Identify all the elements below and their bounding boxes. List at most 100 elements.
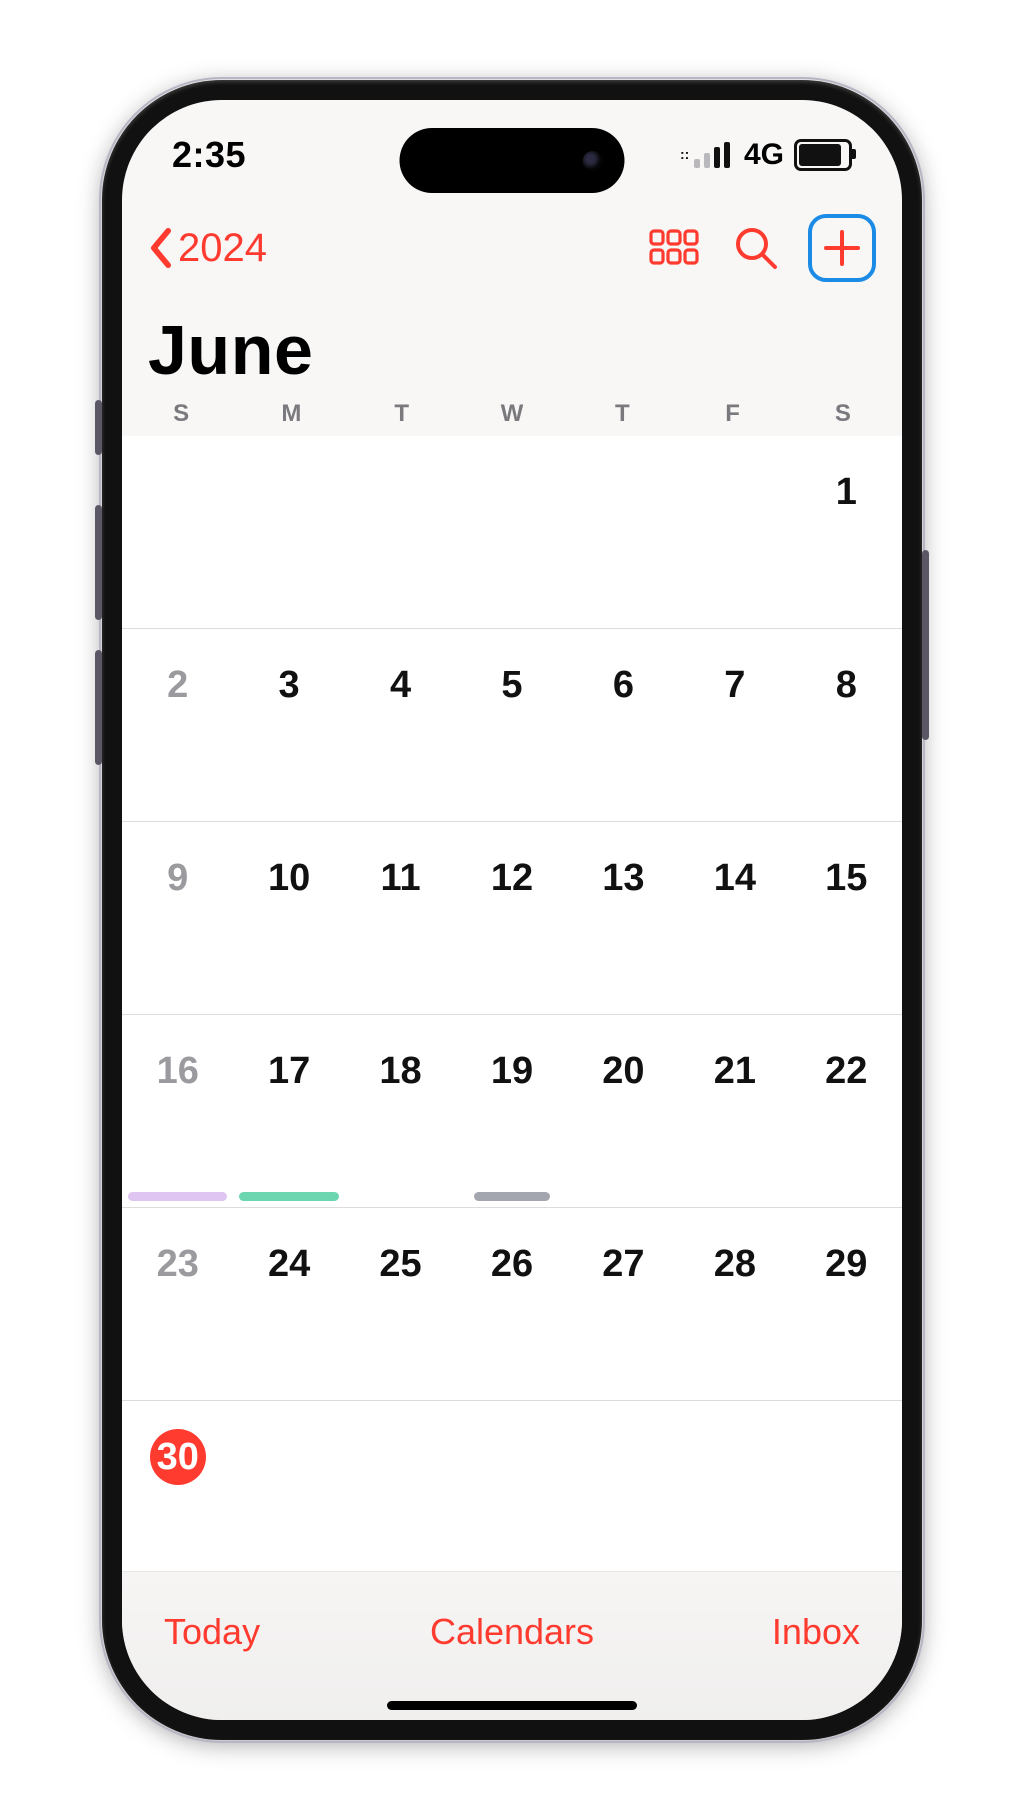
day-cell[interactable]: [345, 436, 456, 629]
day-number: 6: [595, 657, 651, 713]
day-cell[interactable]: 18: [345, 1015, 456, 1208]
month-grid-scroll[interactable]: 1234567891011121314151617181920212223242…: [122, 436, 902, 1600]
day-number: 2: [150, 657, 206, 713]
month-grid: 1234567891011121314151617181920212223242…: [122, 436, 902, 1594]
day-cell[interactable]: 1: [791, 436, 902, 629]
day-cell[interactable]: 4: [345, 629, 456, 822]
mute-switch: [95, 400, 102, 455]
chevron-left-icon: [148, 228, 174, 268]
weekday-label: M: [236, 400, 346, 428]
day-cell[interactable]: 5: [456, 629, 567, 822]
add-event-button[interactable]: [808, 214, 876, 282]
back-button[interactable]: 2024: [148, 226, 267, 271]
calendars-button[interactable]: Calendars: [122, 1611, 902, 1653]
day-number: 10: [261, 850, 317, 906]
day-cell[interactable]: 10: [233, 822, 344, 1015]
day-number: 25: [373, 1236, 429, 1292]
home-indicator[interactable]: [387, 1701, 637, 1710]
month-title: June: [148, 310, 313, 390]
day-cell[interactable]: [233, 1401, 344, 1594]
day-cell[interactable]: 24: [233, 1208, 344, 1401]
day-cell[interactable]: 21: [679, 1015, 790, 1208]
dynamic-island: [400, 128, 625, 193]
day-cell[interactable]: 9: [122, 822, 233, 1015]
day-cell[interactable]: 27: [568, 1208, 679, 1401]
day-number: 4: [373, 657, 429, 713]
day-cell[interactable]: 28: [679, 1208, 790, 1401]
weekday-label: T: [347, 400, 457, 428]
network-label: 4G: [744, 138, 784, 172]
day-cell[interactable]: 29: [791, 1208, 902, 1401]
bottom-toolbar: Today Calendars Inbox: [122, 1571, 902, 1720]
day-cell[interactable]: 6: [568, 629, 679, 822]
day-cell[interactable]: 8: [791, 629, 902, 822]
day-cell[interactable]: [791, 1401, 902, 1594]
day-number: 15: [818, 850, 874, 906]
day-cell[interactable]: [122, 436, 233, 629]
day-cell[interactable]: 23: [122, 1208, 233, 1401]
day-cell[interactable]: 2: [122, 629, 233, 822]
day-number: 16: [150, 1043, 206, 1099]
day-cell[interactable]: 13: [568, 822, 679, 1015]
view-grid-button[interactable]: [644, 218, 704, 278]
day-cell[interactable]: 30: [122, 1401, 233, 1594]
day-number: 17: [261, 1043, 317, 1099]
day-cell[interactable]: 7: [679, 629, 790, 822]
day-cell[interactable]: [345, 1401, 456, 1594]
day-number: 7: [707, 657, 763, 713]
day-number: 24: [261, 1236, 317, 1292]
day-cell[interactable]: 3: [233, 629, 344, 822]
day-number: 28: [707, 1236, 763, 1292]
day-cell[interactable]: [456, 1401, 567, 1594]
plus-icon: [820, 226, 864, 270]
power-btn: [922, 550, 929, 740]
day-cell[interactable]: 19: [456, 1015, 567, 1208]
day-cell[interactable]: 22: [791, 1015, 902, 1208]
day-number: 1: [818, 464, 874, 520]
front-camera: [583, 151, 603, 171]
day-number: 21: [707, 1043, 763, 1099]
day-cell[interactable]: 26: [456, 1208, 567, 1401]
day-cell[interactable]: [568, 436, 679, 629]
day-number: 11: [373, 850, 429, 906]
day-cell[interactable]: 14: [679, 822, 790, 1015]
day-number: 19: [484, 1043, 540, 1099]
day-cell[interactable]: [568, 1401, 679, 1594]
day-cell[interactable]: 12: [456, 822, 567, 1015]
day-cell[interactable]: 11: [345, 822, 456, 1015]
day-cell[interactable]: 16: [122, 1015, 233, 1208]
day-number: 13: [595, 850, 651, 906]
day-cell[interactable]: 17: [233, 1015, 344, 1208]
day-number: 9: [150, 850, 206, 906]
day-number: 20: [595, 1043, 651, 1099]
search-icon: [733, 225, 779, 271]
day-number: 18: [373, 1043, 429, 1099]
day-cell[interactable]: 15: [791, 822, 902, 1015]
day-number: 5: [484, 657, 540, 713]
day-number: 12: [484, 850, 540, 906]
volume-up-btn: [95, 505, 102, 620]
day-cell[interactable]: [456, 436, 567, 629]
day-cell[interactable]: [679, 1401, 790, 1594]
nav-bar: 2024: [122, 210, 902, 282]
day-number: 14: [707, 850, 763, 906]
day-cell[interactable]: 20: [568, 1015, 679, 1208]
search-button[interactable]: [726, 218, 786, 278]
day-number: 22: [818, 1043, 874, 1099]
day-cell[interactable]: [679, 436, 790, 629]
day-number: 26: [484, 1236, 540, 1292]
volume-down-btn: [95, 650, 102, 765]
day-cell[interactable]: [233, 436, 344, 629]
signal-icon: ::: [694, 142, 734, 168]
day-number: 3: [261, 657, 317, 713]
battery-icon: [794, 139, 852, 171]
day-cell[interactable]: 25: [345, 1208, 456, 1401]
event-indicator: [462, 1192, 561, 1201]
weekday-label: S: [126, 400, 236, 428]
status-time: 2:35: [172, 134, 246, 176]
day-number: 27: [595, 1236, 651, 1292]
weekday-label: S: [788, 400, 898, 428]
phone-frame: 2:35 :: 4G 2024: [102, 80, 922, 1740]
weekday-label: F: [677, 400, 787, 428]
event-indicator: [239, 1192, 338, 1201]
